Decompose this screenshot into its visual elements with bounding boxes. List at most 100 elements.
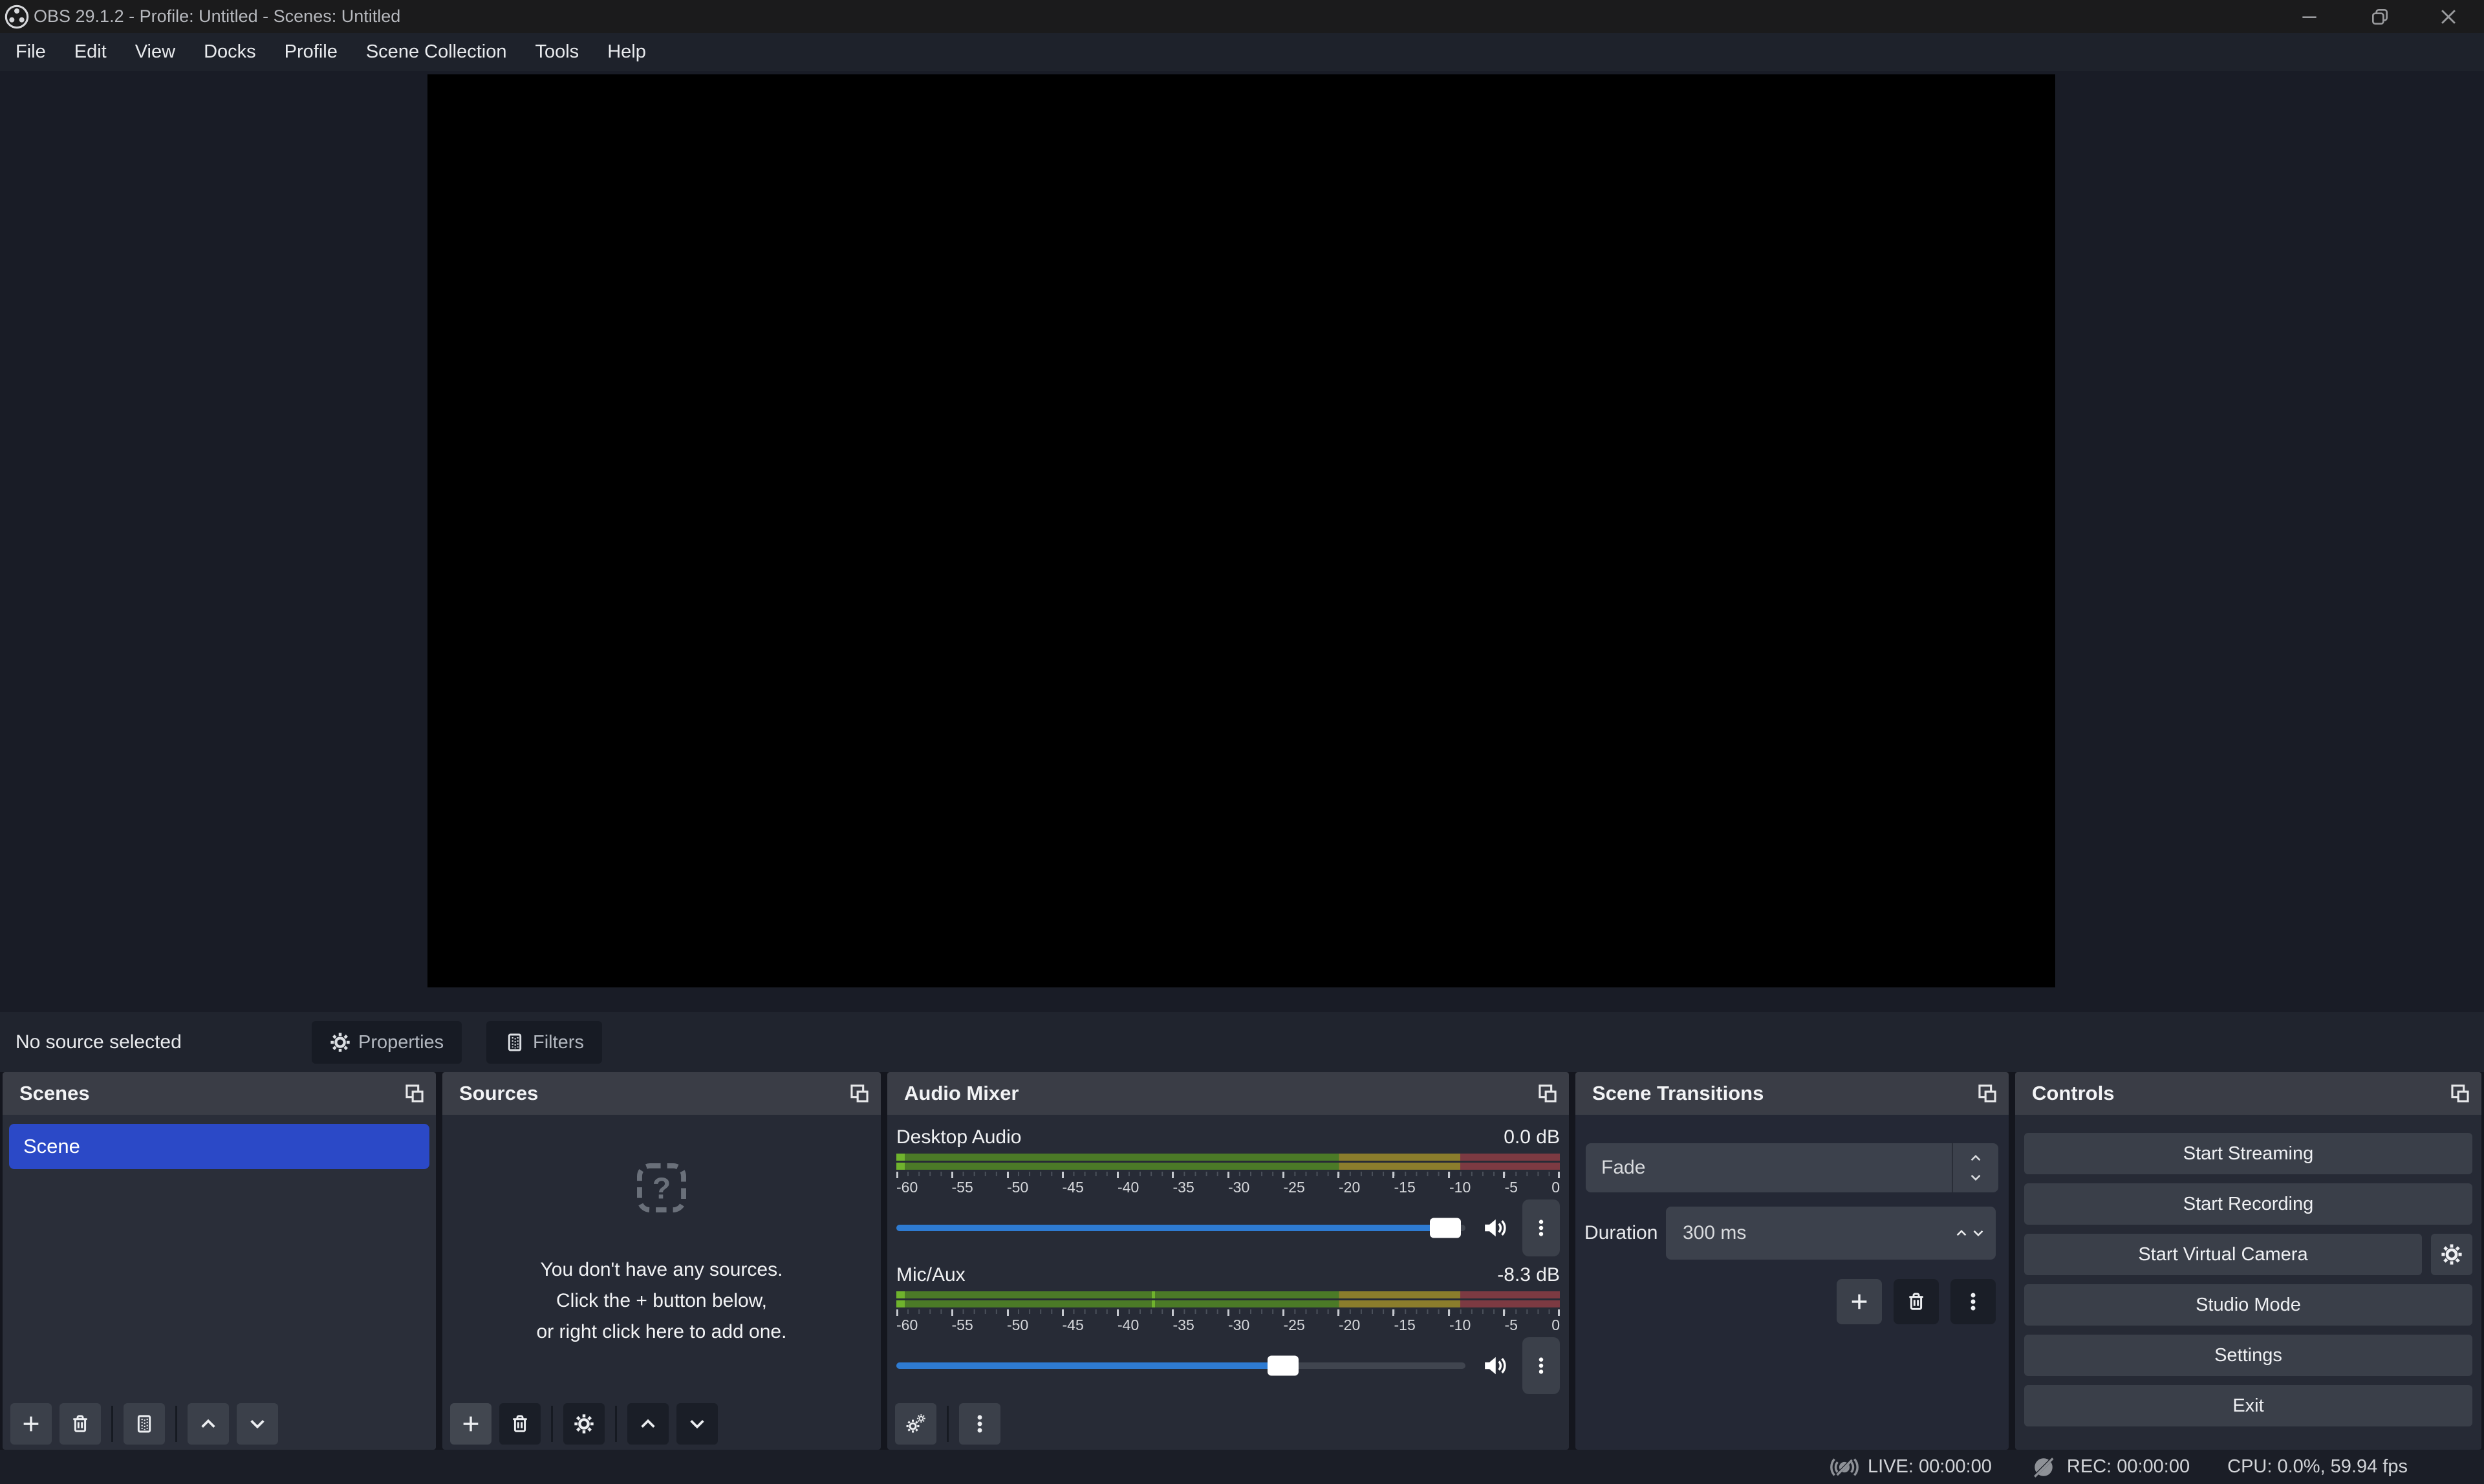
duration-spinbox[interactable]: 300 ms: [1666, 1207, 1996, 1260]
volume-slider-handle[interactable]: [1430, 1218, 1461, 1238]
chevron-up-icon: [1969, 1151, 1983, 1165]
popout-icon[interactable]: [1976, 1082, 1998, 1104]
rec-status: REC: 00:00:00: [2029, 1453, 2190, 1481]
add-source-button[interactable]: [450, 1403, 491, 1445]
source-status-label: No source selected: [16, 1012, 182, 1072]
workspace: [0, 71, 2484, 1012]
scene-list-item[interactable]: Scene: [9, 1124, 429, 1169]
sources-empty-state: You don't have any sources. Click the + …: [442, 1160, 881, 1348]
channel-level-db: -8.3 dB: [1497, 1264, 1560, 1286]
audio-mixer-dock: Audio Mixer Desktop Audio 0.0 dB -60-55-…: [887, 1072, 1569, 1450]
transition-selected-value: Fade: [1586, 1157, 1952, 1179]
scenes-toolbar: [10, 1403, 278, 1445]
volume-slider-handle[interactable]: [1268, 1356, 1299, 1376]
meter-tick-marks: [896, 1172, 1560, 1178]
menu-profile[interactable]: Profile: [270, 33, 352, 71]
scenes-dock-title: Scenes: [19, 1082, 90, 1105]
preview-canvas: [427, 74, 2055, 987]
volume-meter: [896, 1291, 1560, 1307]
scenes-dock: Scenes Scene: [3, 1072, 436, 1450]
cpu-fps-status: CPU: 0.0%, 59.94 fps: [2227, 1456, 2408, 1478]
restore-button[interactable]: [2360, 0, 2399, 33]
chevron-up-icon: [1954, 1226, 1969, 1240]
duration-spin-arrows[interactable]: [1954, 1226, 1996, 1240]
scene-move-up-button[interactable]: [188, 1403, 229, 1445]
mixer-channel-mic-aux: Mic/Aux -8.3 dB -60-55-50-45-40-35-30-25…: [896, 1262, 1560, 1395]
live-status: LIVE: 00:00:00: [1830, 1453, 1992, 1481]
mixer-dock-title: Audio Mixer: [904, 1082, 1019, 1105]
transitions-toolbar: [1837, 1279, 1996, 1324]
add-transition-button[interactable]: [1837, 1279, 1882, 1324]
controls-dock: Controls Start Streaming Start Recording…: [2015, 1072, 2481, 1450]
menu-scene-collection[interactable]: Scene Collection: [352, 33, 521, 71]
record-inactive-icon: [2029, 1453, 2058, 1481]
meter-tick-labels: -60-55-50-45-40-35-30-25-20-15-10-50: [896, 1317, 1560, 1336]
menu-edit[interactable]: Edit: [60, 33, 121, 71]
menu-docks[interactable]: Docks: [189, 33, 270, 71]
source-properties-button[interactable]: [563, 1403, 605, 1445]
title-bar: OBS 29.1.2 - Profile: Untitled - Scenes:…: [0, 0, 2484, 33]
channel-options-button[interactable]: [1522, 1199, 1560, 1256]
chevron-down-icon: [1971, 1226, 1985, 1240]
chevron-down-icon: [1969, 1170, 1983, 1185]
close-button[interactable]: [2429, 0, 2468, 33]
controls-dock-title: Controls: [2032, 1082, 2114, 1105]
exit-button[interactable]: Exit: [2024, 1385, 2472, 1426]
mixer-options-button[interactable]: [959, 1403, 1000, 1445]
popout-icon[interactable]: [404, 1082, 426, 1104]
filter-icon: [504, 1032, 525, 1053]
question-box-icon: [634, 1160, 689, 1216]
transitions-dock-title: Scene Transitions: [1592, 1082, 1764, 1105]
remove-source-button[interactable]: [499, 1403, 541, 1445]
add-scene-button[interactable]: [10, 1403, 52, 1445]
window-title: OBS 29.1.2 - Profile: Untitled - Scenes:…: [34, 6, 400, 27]
remove-transition-button[interactable]: [1894, 1279, 1939, 1324]
source-move-up-button[interactable]: [627, 1403, 669, 1445]
studio-mode-button[interactable]: Studio Mode: [2024, 1284, 2472, 1326]
scene-filters-button[interactable]: [124, 1403, 165, 1445]
settings-button[interactable]: Settings: [2024, 1335, 2472, 1376]
menu-file[interactable]: File: [1, 33, 60, 71]
virtual-camera-settings-button[interactable]: [2431, 1234, 2472, 1275]
volume-meter: [896, 1154, 1560, 1170]
sources-toolbar: [450, 1403, 718, 1445]
speaker-icon[interactable]: [1481, 1214, 1508, 1242]
meter-tick-marks: [896, 1309, 1560, 1316]
scene-move-down-button[interactable]: [237, 1403, 278, 1445]
remove-scene-button[interactable]: [59, 1403, 101, 1445]
minimize-button[interactable]: [2290, 0, 2329, 33]
scene-transitions-dock: Scene Transitions Fade Duration 300 ms: [1575, 1072, 2009, 1450]
transition-options-button[interactable]: [1950, 1279, 1996, 1324]
popout-icon[interactable]: [848, 1082, 870, 1104]
menu-bar: File Edit View Docks Profile Scene Colle…: [0, 33, 2484, 71]
speaker-icon[interactable]: [1481, 1352, 1508, 1379]
popout-icon[interactable]: [1537, 1082, 1559, 1104]
transition-select[interactable]: Fade: [1586, 1143, 1998, 1192]
properties-button[interactable]: Properties: [312, 1021, 462, 1064]
obs-window: OBS 29.1.2 - Profile: Untitled - Scenes:…: [0, 0, 2484, 1484]
popout-icon[interactable]: [2449, 1082, 2471, 1104]
menu-tools[interactable]: Tools: [521, 33, 593, 71]
volume-slider[interactable]: [896, 1225, 1465, 1231]
duration-label: Duration: [1584, 1207, 1658, 1260]
menu-help[interactable]: Help: [593, 33, 660, 71]
duration-value: 300 ms: [1666, 1222, 1954, 1244]
start-streaming-button[interactable]: Start Streaming: [2024, 1133, 2472, 1174]
volume-slider[interactable]: [896, 1362, 1465, 1369]
source-move-down-button[interactable]: [676, 1403, 718, 1445]
transition-select-arrows[interactable]: [1952, 1143, 1998, 1192]
channel-options-button[interactable]: [1522, 1337, 1560, 1394]
start-virtual-camera-button[interactable]: Start Virtual Camera: [2024, 1234, 2422, 1275]
mixer-toolbar: [895, 1403, 1000, 1445]
channel-name: Desktop Audio: [896, 1126, 1021, 1148]
start-recording-button[interactable]: Start Recording: [2024, 1183, 2472, 1225]
menu-view[interactable]: View: [121, 33, 189, 71]
preview-toolbar: No source selected Properties Filters: [0, 1012, 2484, 1072]
sources-dock-title: Sources: [459, 1082, 538, 1105]
filters-button[interactable]: Filters: [486, 1021, 602, 1064]
advanced-audio-button[interactable]: [895, 1403, 936, 1445]
stream-inactive-icon: [1830, 1453, 1859, 1481]
gear-icon: [2441, 1243, 2463, 1265]
obs-logo-icon: [4, 4, 30, 30]
mixer-channel-desktop-audio: Desktop Audio 0.0 dB -60-55-50-45-40-35-…: [896, 1124, 1560, 1258]
